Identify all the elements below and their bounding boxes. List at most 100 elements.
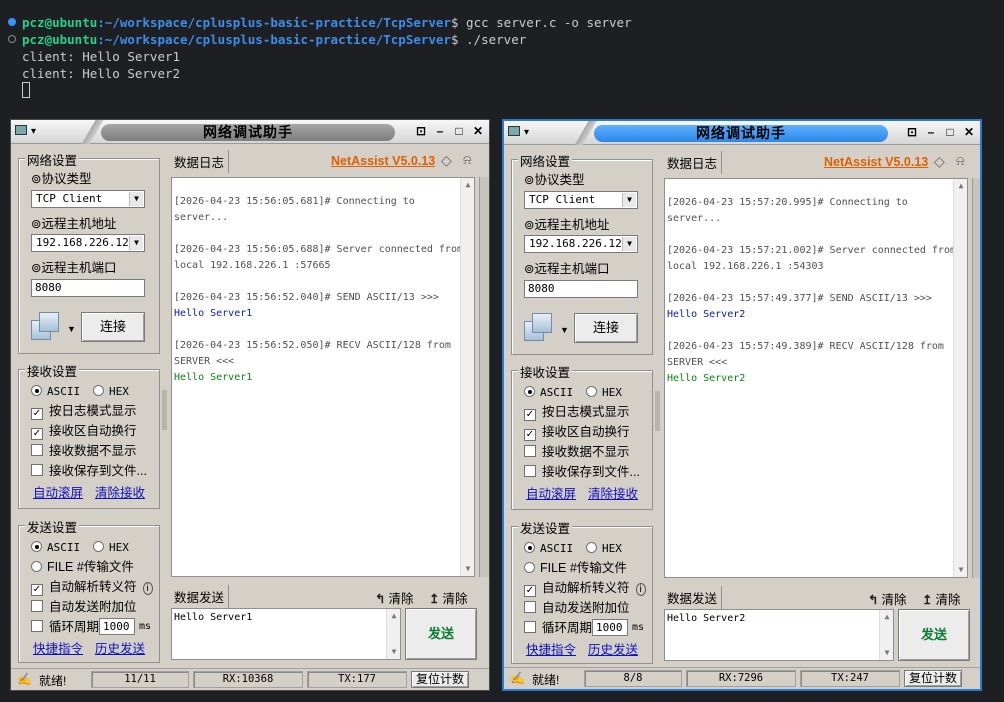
- maximize-button[interactable]: □: [451, 124, 467, 140]
- send-option-escape[interactable]: ✓ 自动解析转义符 i: [524, 580, 646, 598]
- title-bar[interactable]: ▾ 网络调试助手 ⊡ – □ ✕: [11, 120, 489, 144]
- recv-option-save-file[interactable]: 接收保存到文件...: [524, 464, 640, 480]
- hex-radio[interactable]: HEX: [586, 384, 622, 401]
- send-input-area[interactable]: Hello Server1 ▲ ▼: [171, 608, 401, 660]
- send-ascii-radio[interactable]: ASCII: [31, 539, 80, 556]
- recv-option-auto-wrap[interactable]: ✓ 接收区自动换行: [524, 424, 630, 441]
- send-option-period[interactable]: 循环周期: [524, 620, 592, 636]
- send-ascii-radio[interactable]: ASCII: [524, 540, 573, 557]
- reset-count-button[interactable]: 复位计数: [904, 670, 962, 687]
- recv-option-hide-data[interactable]: 接收数据不显示: [31, 443, 137, 459]
- log-scrollbar[interactable]: ▲ ▼: [460, 178, 474, 576]
- data-log-area[interactable]: [2026-04-23 15:56:05.681]# Connecting to…: [171, 177, 475, 577]
- system-menu-button[interactable]: ▾: [15, 123, 55, 141]
- send-scrollbar[interactable]: ▲ ▼: [879, 610, 893, 660]
- recv-option-auto-wrap[interactable]: ✓ 接收区自动换行: [31, 423, 137, 440]
- connection-icon[interactable]: [31, 312, 63, 342]
- protocol-select[interactable]: TCP Client ▼: [31, 190, 145, 208]
- send-history-link[interactable]: 历史发送: [95, 641, 145, 657]
- minimize-button[interactable]: –: [923, 125, 939, 141]
- scroll-down-icon[interactable]: ▼: [880, 646, 894, 660]
- send-scrollbar[interactable]: ▲ ▼: [386, 609, 400, 659]
- scroll-up-icon[interactable]: ▲: [387, 609, 401, 623]
- reset-count-button[interactable]: 复位计数: [411, 671, 469, 688]
- scroll-down-icon[interactable]: ▼: [387, 645, 401, 659]
- remote-port-input[interactable]: 8080: [524, 280, 638, 298]
- clear-all-button[interactable]: ↥ 清除: [922, 589, 961, 608]
- scroll-down-icon[interactable]: ▼: [461, 562, 474, 576]
- netassist-window-1[interactable]: ▾ 网络调试助手 ⊡ – □ ✕ 网络设置 ⊚协议类型 TCP Client ▼ …: [10, 119, 490, 691]
- data-log-area[interactable]: [2026-04-23 15:57:20.995]# Connecting to…: [664, 178, 968, 578]
- info-icon[interactable]: i: [635, 583, 646, 596]
- send-history-link[interactable]: 历史发送: [588, 642, 638, 658]
- log-scrollbar[interactable]: ▲ ▼: [953, 179, 967, 577]
- scroll-up-icon[interactable]: ▲: [461, 178, 474, 192]
- pin-icon[interactable]: ⊡: [413, 124, 429, 140]
- connection-icon[interactable]: [524, 313, 556, 343]
- send-hex-radio[interactable]: HEX: [93, 539, 129, 556]
- panel-splitter[interactable]: [655, 391, 660, 431]
- recv-option-log-mode[interactable]: ✓ 按日志模式显示: [31, 403, 137, 420]
- recv-option-log-mode[interactable]: ✓ 按日志模式显示: [524, 404, 630, 421]
- remote-host-select[interactable]: 192.168.226.128 ▼: [524, 235, 638, 253]
- send-option-append[interactable]: 自动发送附加位: [524, 600, 630, 616]
- scroll-up-icon[interactable]: ▲: [880, 610, 894, 624]
- chevron-down-icon[interactable]: ▼: [67, 321, 76, 337]
- panel-splitter[interactable]: [162, 390, 167, 430]
- file-transfer-radio[interactable]: FILE #传输文件: [31, 559, 134, 575]
- system-menu-button[interactable]: ▾: [508, 124, 548, 142]
- shortcut-commands-link[interactable]: 快捷指令: [526, 642, 576, 658]
- minimize-button[interactable]: –: [432, 124, 448, 140]
- send-option-append[interactable]: 自动发送附加位: [31, 599, 137, 615]
- recv-option-hide-data[interactable]: 接收数据不显示: [524, 444, 630, 460]
- clear-receive-link[interactable]: 清除接收: [588, 486, 638, 502]
- auto-scroll-link[interactable]: 自动滚屏: [526, 486, 576, 502]
- clear-all-button[interactable]: ↥ 清除: [429, 588, 468, 607]
- brand-link[interactable]: NetAssist V5.0.13: [824, 155, 928, 169]
- scroll-down-icon[interactable]: ▼: [954, 563, 967, 577]
- clear-receive-link[interactable]: 清除接收: [95, 485, 145, 501]
- remote-port-input[interactable]: 8080: [31, 279, 145, 297]
- send-button[interactable]: 发送: [898, 609, 970, 661]
- send-input-area[interactable]: Hello Server2 ▲ ▼: [664, 609, 894, 661]
- close-button[interactable]: ✕: [961, 125, 977, 141]
- connect-button[interactable]: 连接: [574, 313, 638, 343]
- bell-icon[interactable]: ⍾: [956, 153, 965, 169]
- period-input[interactable]: 1000: [592, 619, 628, 636]
- data-log-tab[interactable]: 数据日志: [663, 151, 723, 174]
- diamond-icon[interactable]: ◇: [441, 152, 452, 168]
- chevron-down-icon[interactable]: ▼: [560, 322, 569, 338]
- title-bar[interactable]: ▾ 网络调试助手 ⊡ – □ ✕: [504, 121, 980, 145]
- radio-icon: [524, 562, 535, 573]
- send-option-period[interactable]: 循环周期: [31, 619, 99, 635]
- file-transfer-radio[interactable]: FILE #传输文件: [524, 560, 627, 576]
- period-input[interactable]: 1000: [99, 618, 135, 635]
- send-option-escape[interactable]: ✓ 自动解析转义符 i: [31, 579, 153, 597]
- recv-option-save-file[interactable]: 接收保存到文件...: [31, 463, 147, 479]
- send-hex-radio[interactable]: HEX: [586, 540, 622, 557]
- maximize-button[interactable]: □: [942, 125, 958, 141]
- diamond-icon[interactable]: ◇: [934, 153, 945, 169]
- clear-send-button[interactable]: ↰ 清除: [375, 588, 414, 607]
- data-log-tab[interactable]: 数据日志: [170, 150, 230, 173]
- brand-link[interactable]: NetAssist V5.0.13: [331, 154, 435, 168]
- netassist-window-2[interactable]: ▾ 网络调试助手 ⊡ – □ ✕ 网络设置 ⊚协议类型 TCP Client ▼ …: [502, 119, 982, 691]
- auto-scroll-link[interactable]: 自动滚屏: [33, 485, 83, 501]
- protocol-select[interactable]: TCP Client ▼: [524, 191, 638, 209]
- info-icon[interactable]: i: [142, 582, 153, 595]
- remote-host-select[interactable]: 192.168.226.128 ▼: [31, 234, 145, 252]
- close-button[interactable]: ✕: [470, 124, 486, 140]
- bell-icon[interactable]: ⍾: [463, 152, 472, 168]
- ascii-radio[interactable]: ASCII: [31, 383, 80, 400]
- data-send-tab[interactable]: 数据发送: [170, 585, 230, 608]
- shortcut-commands-link[interactable]: 快捷指令: [33, 641, 83, 657]
- clear-send-button[interactable]: ↰ 清除: [868, 589, 907, 608]
- ascii-radio[interactable]: ASCII: [524, 384, 573, 401]
- pin-icon[interactable]: ⊡: [904, 125, 920, 141]
- connect-button[interactable]: 连接: [81, 312, 145, 342]
- hex-radio[interactable]: HEX: [93, 383, 129, 400]
- terminal-panel[interactable]: pcz@ubuntu:~/workspace/cplusplus-basic-p…: [0, 0, 1004, 118]
- scroll-up-icon[interactable]: ▲: [954, 179, 967, 193]
- send-button[interactable]: 发送: [405, 608, 477, 660]
- data-send-tab[interactable]: 数据发送: [663, 586, 723, 609]
